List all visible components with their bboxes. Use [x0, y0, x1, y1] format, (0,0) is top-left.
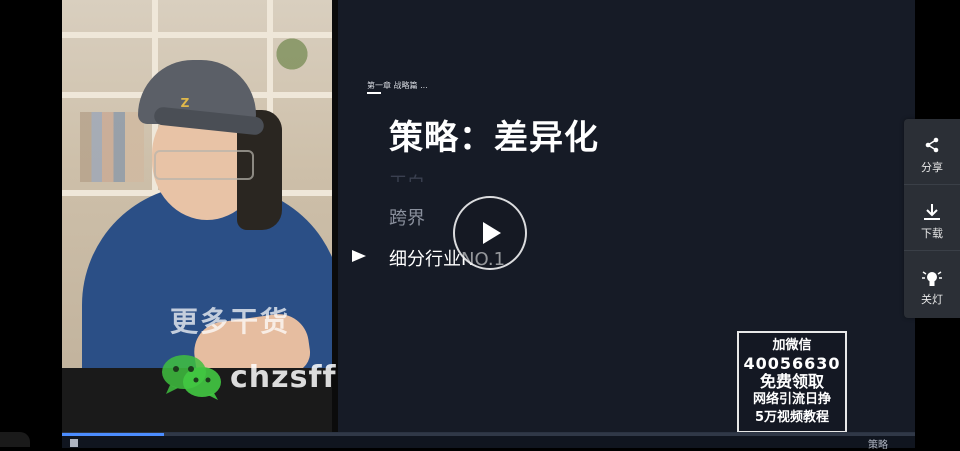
- progress-fill: [62, 433, 165, 436]
- plant: [262, 30, 322, 70]
- slide-title: 策略：差异化: [389, 118, 599, 158]
- chapter-underline: [367, 92, 381, 94]
- control-bar: 策略: [62, 432, 915, 451]
- lights-off-label: 关灯: [921, 293, 943, 306]
- play-icon: [483, 222, 501, 244]
- promo-line: 免费领取: [759, 372, 824, 391]
- next-chapter-label[interactable]: 策略: [868, 436, 908, 451]
- slide-item-faded: 王白: [389, 170, 425, 182]
- promo-line: 网络引流日挣: [752, 392, 831, 407]
- wechat-id: chzsff: [230, 359, 337, 395]
- chapter-label: 第一章 战略篇 ...: [367, 81, 428, 90]
- promo-box: 加微信 40056630 免费领取 网络引流日挣 5万视频教程: [737, 331, 847, 432]
- share-button[interactable]: 分享: [904, 119, 960, 185]
- share-icon: [925, 137, 939, 153]
- download-button[interactable]: 下载: [904, 185, 960, 251]
- corner-icon: [0, 432, 30, 447]
- play-button[interactable]: [453, 196, 527, 270]
- progress-bar[interactable]: [62, 433, 915, 436]
- wechat-icon: [160, 352, 224, 402]
- lightbulb-icon: [922, 271, 942, 286]
- video-player[interactable]: Z 更多干货 chzsff 第一章 战略篇 ... 策略：差异化 王白 跨界 细…: [62, 0, 915, 432]
- wechat-watermark: chzsff: [160, 352, 337, 402]
- glasses: [154, 150, 254, 180]
- promo-line: 40056630: [743, 354, 841, 373]
- current-item-arrow-icon: [350, 247, 368, 265]
- control-play-icon[interactable]: [70, 439, 78, 447]
- share-label: 分享: [921, 161, 943, 174]
- side-panel: 分享 下载 关灯: [904, 119, 960, 318]
- lights-off-button[interactable]: 关灯: [904, 251, 960, 317]
- download-icon: [924, 204, 940, 220]
- books: [80, 112, 144, 182]
- cap-logo: Z: [180, 96, 190, 110]
- watermark-text: 更多干货: [170, 305, 291, 338]
- promo-line: 加微信: [772, 338, 812, 353]
- promo-line: 5万视频教程: [754, 410, 830, 425]
- slide-item: 跨界: [389, 208, 425, 229]
- download-label: 下载: [921, 227, 943, 240]
